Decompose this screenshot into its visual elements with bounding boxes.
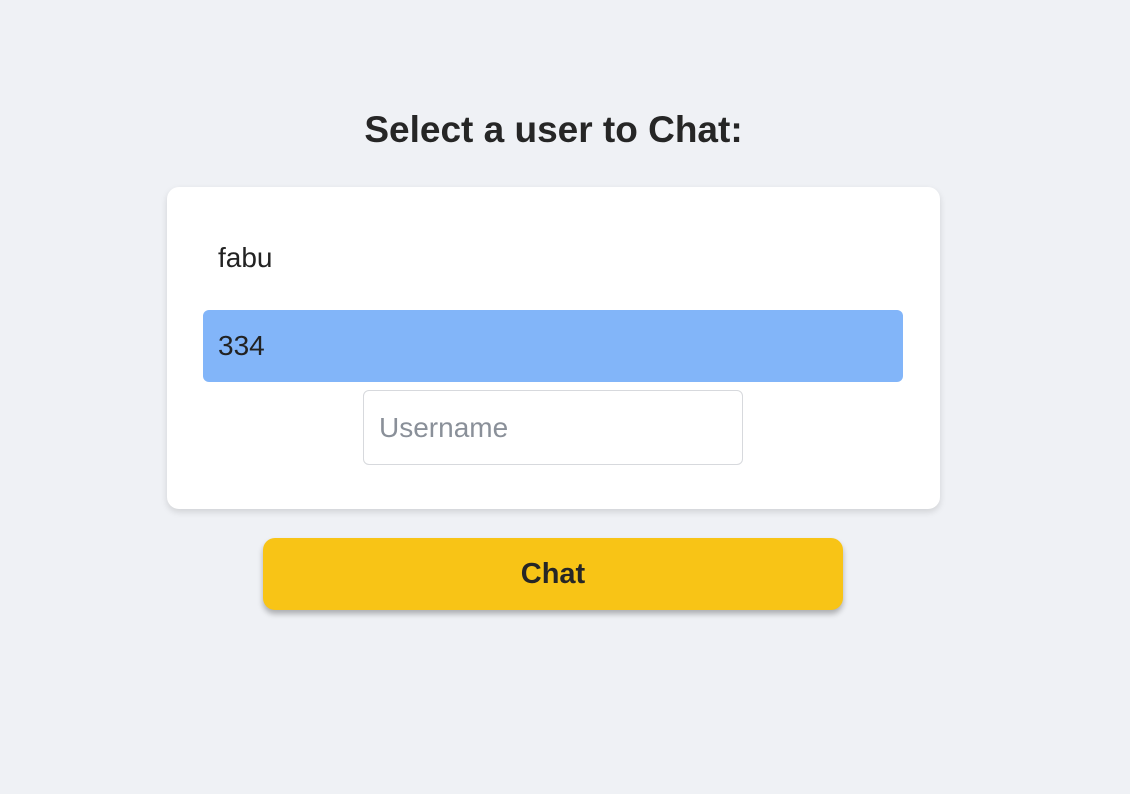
user-item-334[interactable]: 334 — [203, 310, 903, 382]
user-selection-card: fabu 334 — [167, 187, 940, 509]
username-input[interactable] — [363, 390, 743, 465]
page-title: Select a user to Chat: — [364, 109, 743, 150]
user-item-fabu[interactable]: fabu — [203, 222, 903, 294]
chat-button[interactable]: Chat — [263, 538, 843, 610]
user-list: fabu 334 — [203, 222, 903, 398]
